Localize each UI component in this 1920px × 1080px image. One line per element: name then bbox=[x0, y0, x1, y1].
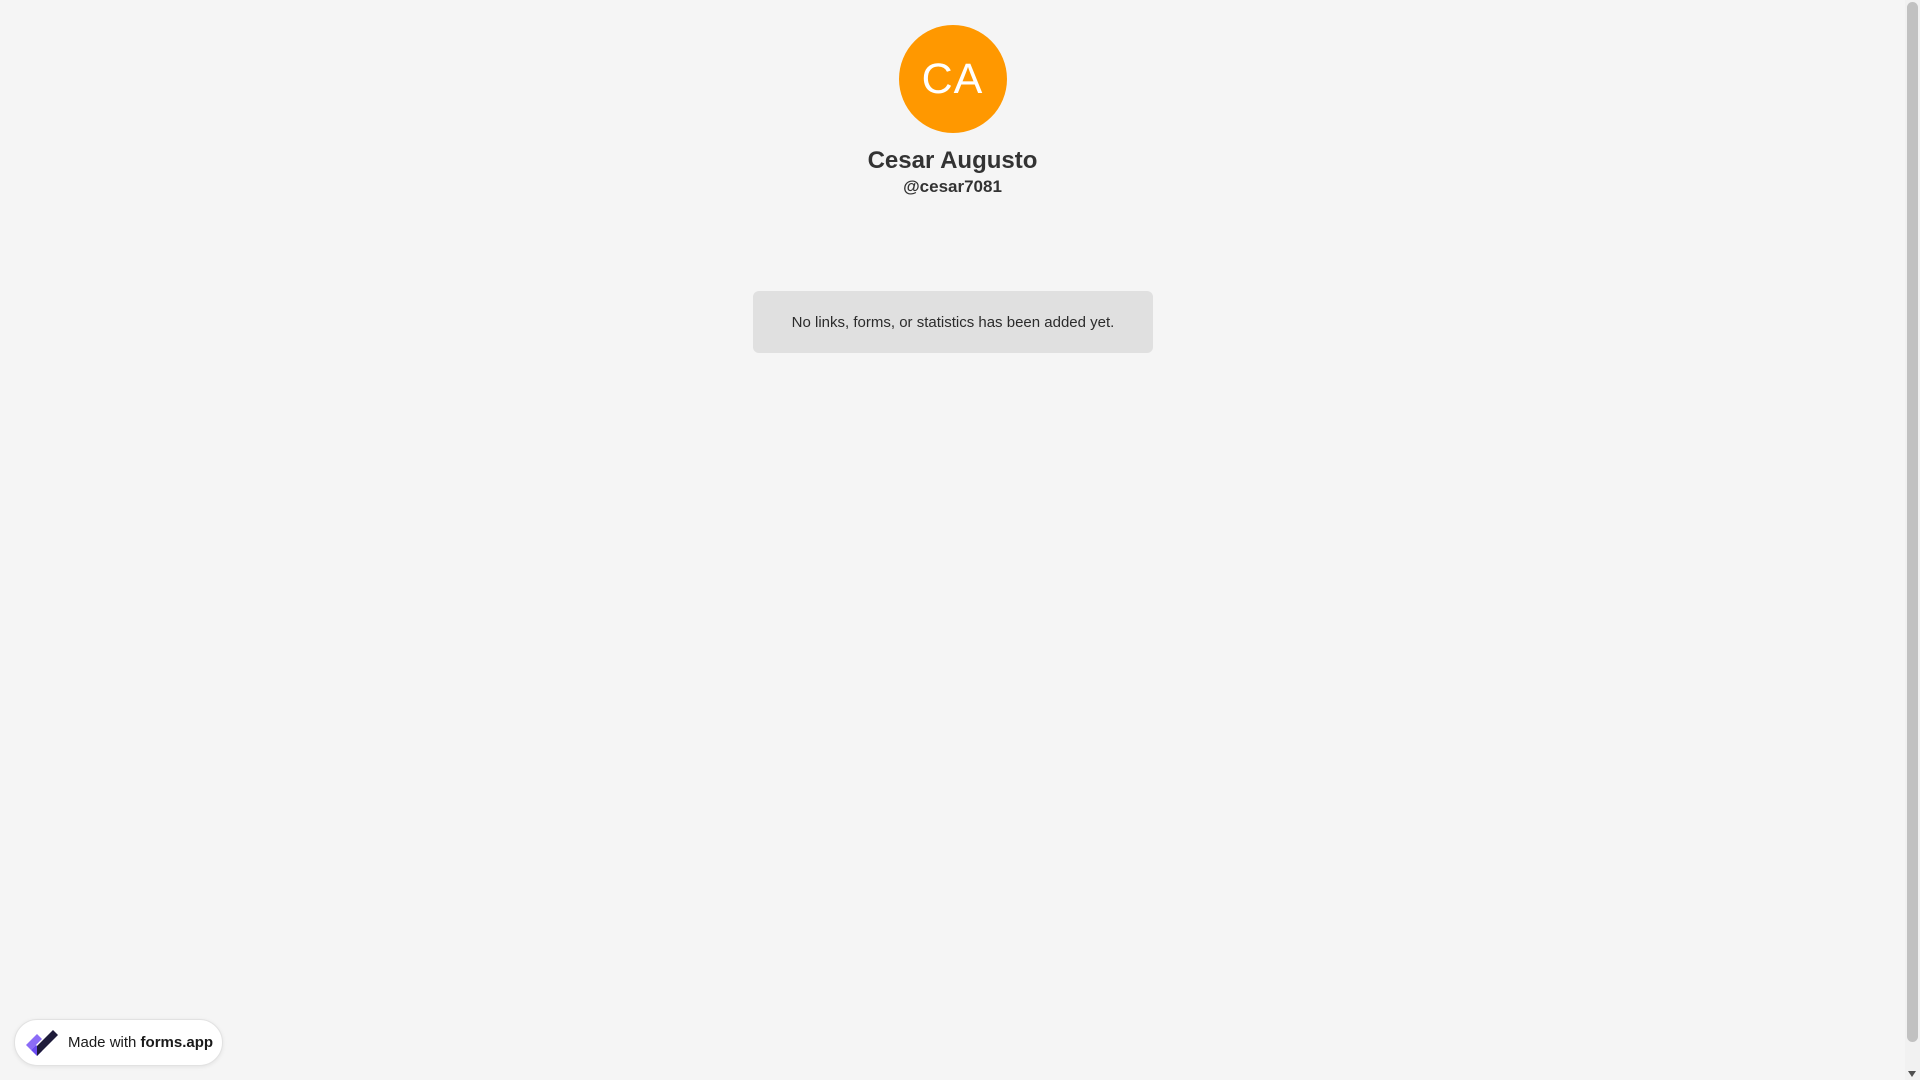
avatar: CA bbox=[898, 25, 1007, 133]
vertical-scrollbar[interactable] bbox=[1905, 0, 1920, 1080]
badge-prefix: Made with bbox=[68, 1034, 141, 1051]
made-with-forms-app-badge[interactable]: Made with forms.app bbox=[14, 1019, 223, 1066]
profile-page: CA Cesar Augusto @cesar7081 No links, fo… bbox=[0, 0, 1905, 1080]
profile-handle: @cesar7081 bbox=[903, 177, 1002, 196]
badge-text: Made with forms.app bbox=[68, 1034, 213, 1051]
profile-header: CA Cesar Augusto @cesar7081 bbox=[0, 25, 1905, 198]
badge-brand: forms.app bbox=[140, 1034, 214, 1051]
scroll-down-arrow-icon[interactable] bbox=[1908, 1071, 1916, 1077]
profile-name: Cesar Augusto bbox=[867, 147, 1038, 174]
avatar-initials: CA bbox=[921, 54, 984, 103]
forms-app-logo-icon bbox=[24, 1028, 60, 1058]
empty-state-box: No links, forms, or statistics has been … bbox=[753, 291, 1153, 353]
scrollbar-thumb[interactable] bbox=[1907, 2, 1918, 1042]
empty-state-message: No links, forms, or statistics has been … bbox=[791, 313, 1115, 331]
